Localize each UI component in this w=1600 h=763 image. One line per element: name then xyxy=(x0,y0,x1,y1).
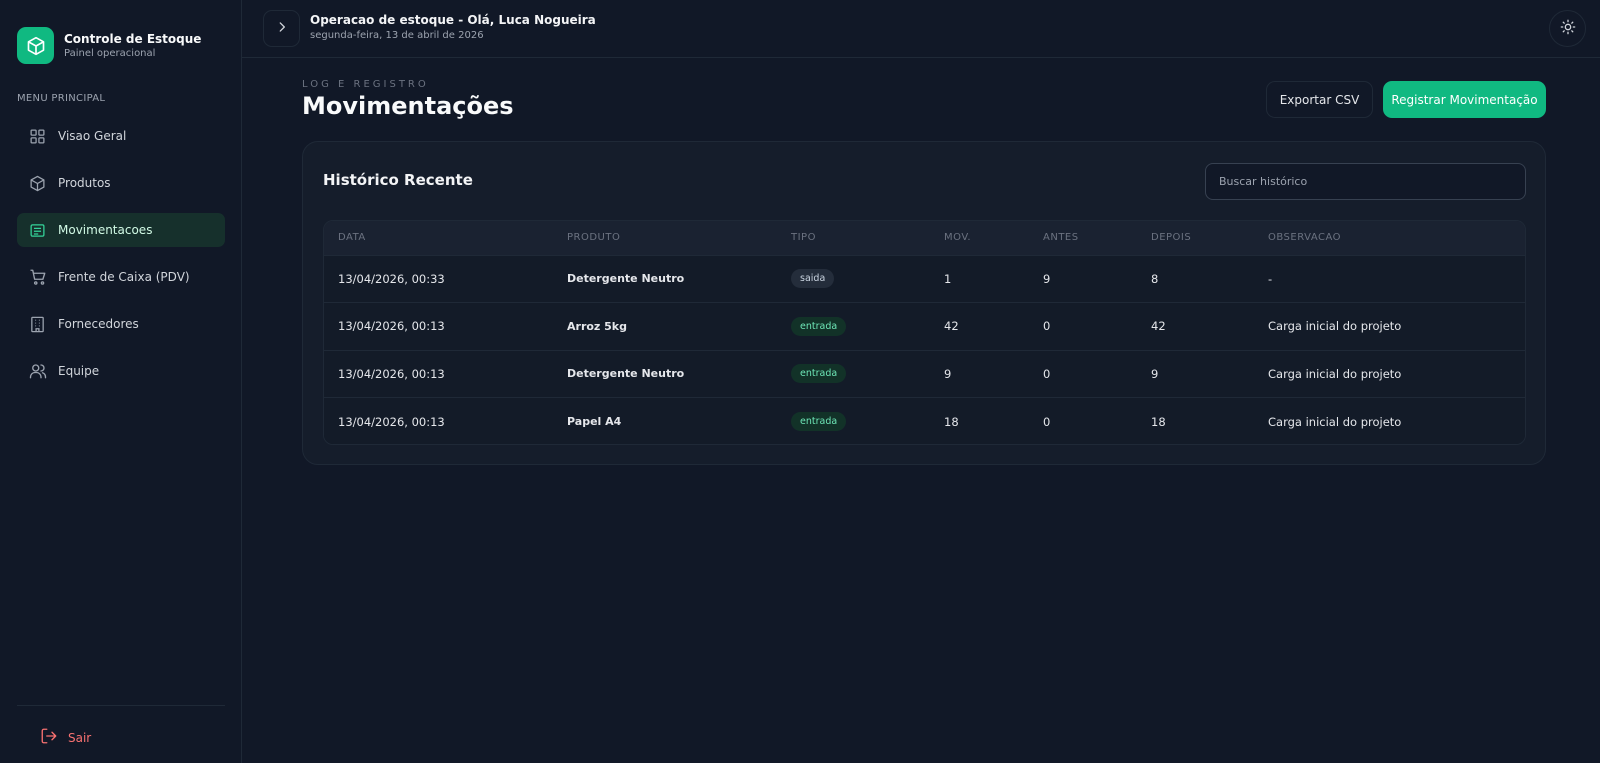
building-icon xyxy=(28,315,47,334)
cell-data: 13/04/2026, 00:13 xyxy=(338,319,445,334)
cell-produto: Detergente Neutro xyxy=(567,367,685,381)
sidebar-item-label: Visao Geral xyxy=(58,129,127,143)
column-header-data[interactable]: DATA xyxy=(324,221,553,255)
table-row[interactable]: 13/04/2026, 00:13 Detergente Neutro entr… xyxy=(324,350,1525,398)
history-card: Histórico Recente DATA PRODUTO TIPO MOV.… xyxy=(302,141,1546,465)
cell-data: 13/04/2026, 00:33 xyxy=(338,271,445,286)
column-header-observacao[interactable]: OBSERVACAO xyxy=(1254,221,1525,255)
cell-mov: 1 xyxy=(944,271,952,286)
brand-title: Controle de Estoque xyxy=(64,31,202,46)
sidebar-divider xyxy=(17,705,225,706)
logout-icon xyxy=(40,727,58,749)
history-table: DATA PRODUTO TIPO MOV. ANTES DEPOIS OBSE… xyxy=(323,220,1526,445)
column-header-depois[interactable]: DEPOIS xyxy=(1137,221,1254,255)
list-icon xyxy=(28,221,47,240)
brand-subtitle: Painel operacional xyxy=(64,47,156,59)
column-header-tipo[interactable]: TIPO xyxy=(777,221,930,255)
cell-mov: 42 xyxy=(944,319,959,334)
cell-data: 13/04/2026, 00:13 xyxy=(338,414,445,429)
cart-icon xyxy=(28,268,47,287)
cell-antes: 0 xyxy=(1043,366,1051,381)
menu-heading: MENU PRINCIPAL xyxy=(17,93,106,104)
cell-produto: Detergente Neutro xyxy=(567,272,685,286)
status-badge: entrada xyxy=(791,412,847,431)
table-header-row: DATA PRODUTO TIPO MOV. ANTES DEPOIS OBSE… xyxy=(324,221,1525,255)
cell-depois: 8 xyxy=(1151,271,1159,286)
cell-observacao: Carga inicial do projeto xyxy=(1268,319,1402,334)
cell-antes: 9 xyxy=(1043,271,1051,286)
cell-depois: 9 xyxy=(1151,366,1159,381)
sidebar-item-fornecedores[interactable]: Fornecedores xyxy=(17,307,225,341)
column-header-antes[interactable]: ANTES xyxy=(1029,221,1137,255)
status-badge: entrada xyxy=(791,364,847,384)
brand: Controle de Estoque Painel operacional xyxy=(17,27,201,64)
sidebar-item-label: Produtos xyxy=(58,176,111,190)
sidebar-item-visao-geral[interactable]: Visao Geral xyxy=(17,119,225,153)
table-row[interactable]: 13/04/2026, 00:13 Arroz 5kg entrada 42 0… xyxy=(324,302,1525,350)
package-icon xyxy=(28,174,47,193)
column-header-mov[interactable]: MOV. xyxy=(930,221,1029,255)
sidebar-item-produtos[interactable]: Produtos xyxy=(17,166,225,200)
chevron-right-icon xyxy=(275,19,289,38)
status-badge: entrada xyxy=(791,316,847,336)
cell-observacao: Carga inicial do projeto xyxy=(1268,414,1402,429)
sidebar-item-label: Fornecedores xyxy=(58,317,139,331)
search-input[interactable] xyxy=(1205,163,1526,200)
cell-data: 13/04/2026, 00:13 xyxy=(338,366,445,381)
cell-depois: 42 xyxy=(1151,319,1166,334)
sidebar-item-movimentacoes[interactable]: Movimentacoes xyxy=(17,213,225,247)
column-header-produto[interactable]: PRODUTO xyxy=(553,221,777,255)
sidebar-item-label: Movimentacoes xyxy=(58,223,153,237)
sidebar-item-equipe[interactable]: Equipe xyxy=(17,354,225,388)
cell-antes: 0 xyxy=(1043,319,1051,334)
sidebar-item-label: Frente de Caixa (PDV) xyxy=(58,270,190,284)
status-badge: saida xyxy=(791,269,835,289)
cell-mov: 18 xyxy=(944,414,959,429)
logout-button[interactable]: Sair xyxy=(40,727,91,749)
cell-observacao: Carga inicial do projeto xyxy=(1268,366,1402,381)
logout-label: Sair xyxy=(68,731,92,745)
sun-icon xyxy=(1560,19,1576,39)
cell-observacao: - xyxy=(1268,271,1273,286)
cell-depois: 18 xyxy=(1151,414,1166,429)
cell-produto: Arroz 5kg xyxy=(567,319,627,333)
grid-icon xyxy=(28,127,47,146)
page-eyebrow: LOG E REGISTRO xyxy=(302,79,429,90)
box-icon xyxy=(17,27,54,64)
page-title: Movimentações xyxy=(302,92,514,120)
sidebar: Controle de Estoque Painel operacional M… xyxy=(0,0,242,763)
sidebar-item-label: Equipe xyxy=(58,364,100,378)
table-row[interactable]: 13/04/2026, 00:13 Papel A4 entrada 18 0 … xyxy=(324,397,1525,444)
register-movement-button[interactable]: Registrar Movimentação xyxy=(1383,81,1546,118)
export-csv-button[interactable]: Exportar CSV xyxy=(1266,81,1373,118)
history-title: Histórico Recente xyxy=(323,171,473,189)
theme-toggle-button[interactable] xyxy=(1549,10,1586,47)
top-bar: Operacao de estoque - Olá, Luca Nogueira… xyxy=(242,0,1600,58)
cell-antes: 0 xyxy=(1043,414,1051,429)
cell-produto: Papel A4 xyxy=(567,415,622,428)
sidebar-toggle-button[interactable] xyxy=(263,10,300,47)
cell-mov: 9 xyxy=(944,366,952,381)
sidebar-nav: Visao Geral Produtos Movimentacoes Frent… xyxy=(17,119,225,401)
header-date: segunda-feira, 13 de abril de 2026 xyxy=(310,30,484,41)
users-icon xyxy=(28,362,47,381)
header-title: Operacao de estoque - Olá, Luca Nogueira xyxy=(310,13,596,27)
table-row[interactable]: 13/04/2026, 00:33 Detergente Neutro said… xyxy=(324,255,1525,303)
sidebar-item-frente-de-caixa[interactable]: Frente de Caixa (PDV) xyxy=(17,260,225,294)
